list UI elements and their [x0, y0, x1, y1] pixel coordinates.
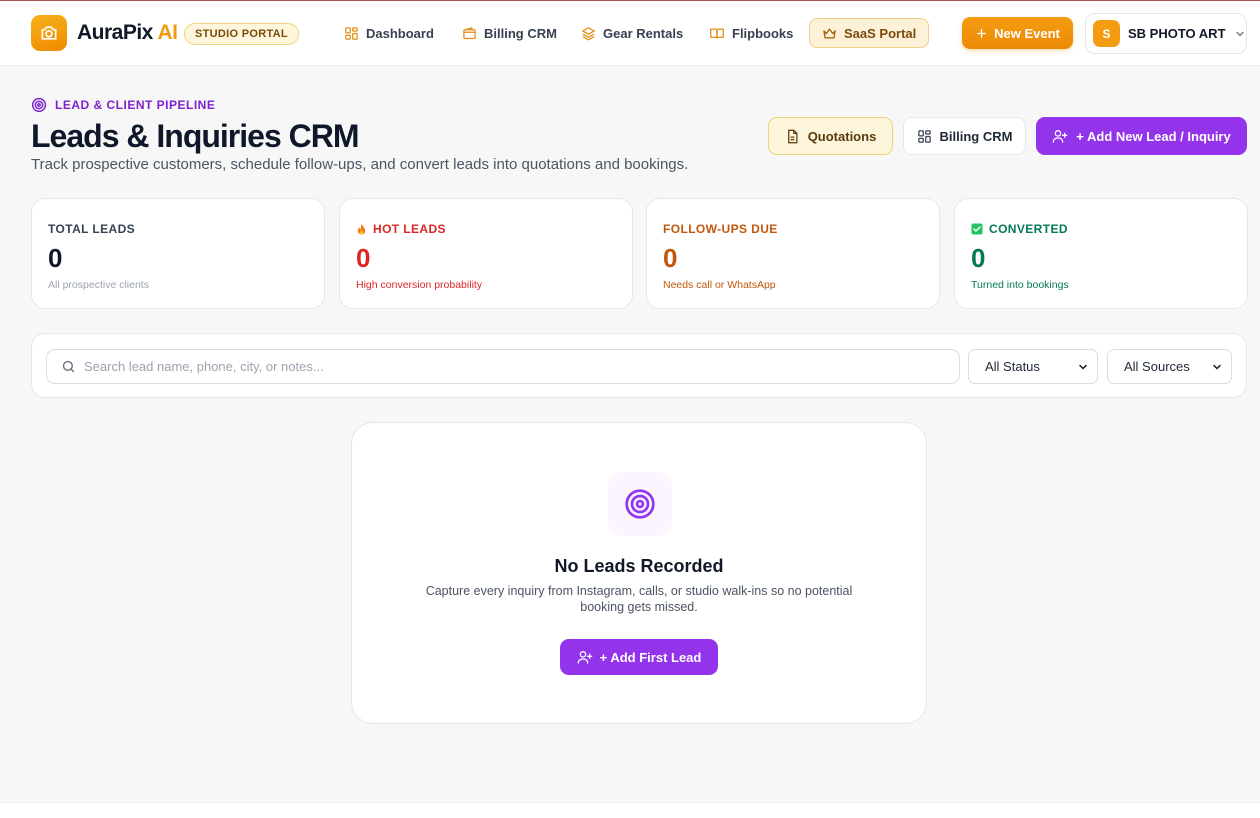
dashboard-grid-icon — [345, 26, 358, 40]
nav-saas-portal[interactable]: SaaS Portal — [809, 18, 930, 48]
stat-note: All prospective clients — [48, 278, 149, 291]
nav-label: SaaS Portal — [844, 25, 917, 41]
billing-crm-label: Billing CRM — [939, 128, 1013, 144]
search-icon — [62, 360, 75, 373]
add-first-lead-label: + Add First Lead — [599, 649, 702, 665]
stat-label-text: CONVERTED — [989, 222, 1068, 236]
stat-card-follow-ups-due: FOLLOW-UPS DUE 0 Needs call or WhatsApp — [646, 198, 940, 309]
nav-billing-crm[interactable]: Billing CRM — [450, 18, 569, 48]
stat-label: HOT LEADS — [356, 222, 616, 236]
page-title: Leads & Inquiries CRM — [31, 118, 359, 154]
target-icon — [608, 472, 672, 536]
stat-label: TOTAL LEADS — [48, 222, 308, 236]
add-new-lead-button[interactable]: + Add New Lead / Inquiry — [1036, 117, 1247, 155]
brand-suffix: AI — [157, 21, 178, 44]
target-icon — [31, 97, 47, 113]
add-first-lead-button[interactable]: + Add First Lead — [560, 639, 718, 675]
user-plus-icon — [577, 651, 592, 664]
stat-card-hot-leads: HOT LEADS 0 High conversion probability — [339, 198, 633, 309]
user-plus-icon — [1052, 130, 1068, 143]
stat-value: 0 — [356, 243, 371, 273]
chevron-down-icon — [1079, 364, 1087, 370]
stat-label-text: FOLLOW-UPS DUE — [663, 222, 778, 236]
camera-logo-icon[interactable] — [31, 15, 67, 51]
chevron-down-icon — [1235, 31, 1244, 36]
stat-note: Turned into bookings — [971, 278, 1069, 291]
chevron-down-icon — [1213, 364, 1221, 370]
page-subtitle: Track prospective customers, schedule fo… — [31, 156, 689, 173]
stat-card-total-leads: TOTAL LEADS 0 All prospective clients — [31, 198, 325, 309]
brand-name[interactable]: AuraPix AI — [77, 21, 178, 45]
account-name: SB PHOTO ART — [1128, 26, 1226, 41]
account-switcher[interactable]: S SB PHOTO ART — [1085, 13, 1247, 54]
status-filter-value: All Status — [985, 359, 1040, 374]
empty-state-description: Capture every inquiry from Instagram, ca… — [425, 584, 853, 614]
filter-bar: Search lead name, phone, city, or notes.… — [31, 333, 1247, 398]
nav-label: Billing CRM — [484, 25, 557, 41]
stat-note: High conversion probability — [356, 278, 483, 291]
nav-label: Gear Rentals — [603, 25, 684, 41]
nav-flipbooks[interactable]: Flipbooks — [697, 18, 805, 48]
eyebrow-text: LEAD & CLIENT PIPELINE — [55, 98, 216, 112]
wallet-icon — [463, 26, 476, 39]
source-filter-select[interactable]: All Sources — [1107, 349, 1232, 384]
billing-crm-button[interactable]: Billing CRM — [903, 117, 1026, 155]
avatar: S — [1093, 20, 1120, 47]
quotations-button[interactable]: Quotations — [768, 117, 893, 155]
new-event-label: New Event — [994, 25, 1060, 41]
add-new-lead-label: + Add New Lead / Inquiry — [1076, 128, 1231, 144]
portal-badge: STUDIO PORTAL — [184, 23, 299, 45]
page-eyebrow: LEAD & CLIENT PIPELINE — [31, 97, 215, 113]
stat-value: 0 — [971, 243, 986, 273]
check-box-icon — [971, 223, 983, 235]
nav-label: Flipbooks — [732, 25, 794, 41]
stat-label-text: TOTAL LEADS — [48, 222, 136, 236]
dashboard-grid-icon — [917, 129, 931, 143]
stat-value: 0 — [48, 243, 63, 273]
stat-note: Needs call or WhatsApp — [663, 278, 776, 291]
app-header: AuraPix AI STUDIO PORTAL Dashboard Billi… — [0, 1, 1260, 66]
page-footer — [0, 802, 1260, 818]
nav-dashboard[interactable]: Dashboard — [332, 18, 446, 48]
plus-icon — [977, 28, 987, 38]
nav-gear-rentals[interactable]: Gear Rentals — [569, 18, 695, 48]
empty-state-card: No Leads Recorded Capture every inquiry … — [351, 422, 927, 724]
document-icon — [787, 129, 798, 143]
search-placeholder: Search lead name, phone, city, or notes.… — [84, 359, 324, 374]
book-open-icon — [710, 28, 724, 39]
stat-card-converted: CONVERTED 0 Turned into bookings — [954, 198, 1248, 309]
empty-state-title: No Leads Recorded — [554, 556, 724, 576]
source-filter-value: All Sources — [1124, 359, 1190, 374]
stat-label-text: HOT LEADS — [373, 222, 446, 236]
search-input[interactable]: Search lead name, phone, city, or notes.… — [46, 349, 960, 384]
nav-label: Dashboard — [366, 25, 434, 41]
stat-label: FOLLOW-UPS DUE — [663, 222, 923, 236]
flame-icon — [357, 223, 366, 235]
stat-label: CONVERTED — [971, 222, 1231, 236]
stat-value: 0 — [663, 243, 678, 273]
crown-icon — [823, 28, 836, 38]
layers-icon — [581, 26, 596, 40]
quotations-label: Quotations — [807, 128, 877, 144]
status-filter-select[interactable]: All Status — [968, 349, 1098, 384]
brand-text: AuraPix — [77, 21, 153, 44]
new-event-button[interactable]: New Event — [962, 17, 1073, 49]
